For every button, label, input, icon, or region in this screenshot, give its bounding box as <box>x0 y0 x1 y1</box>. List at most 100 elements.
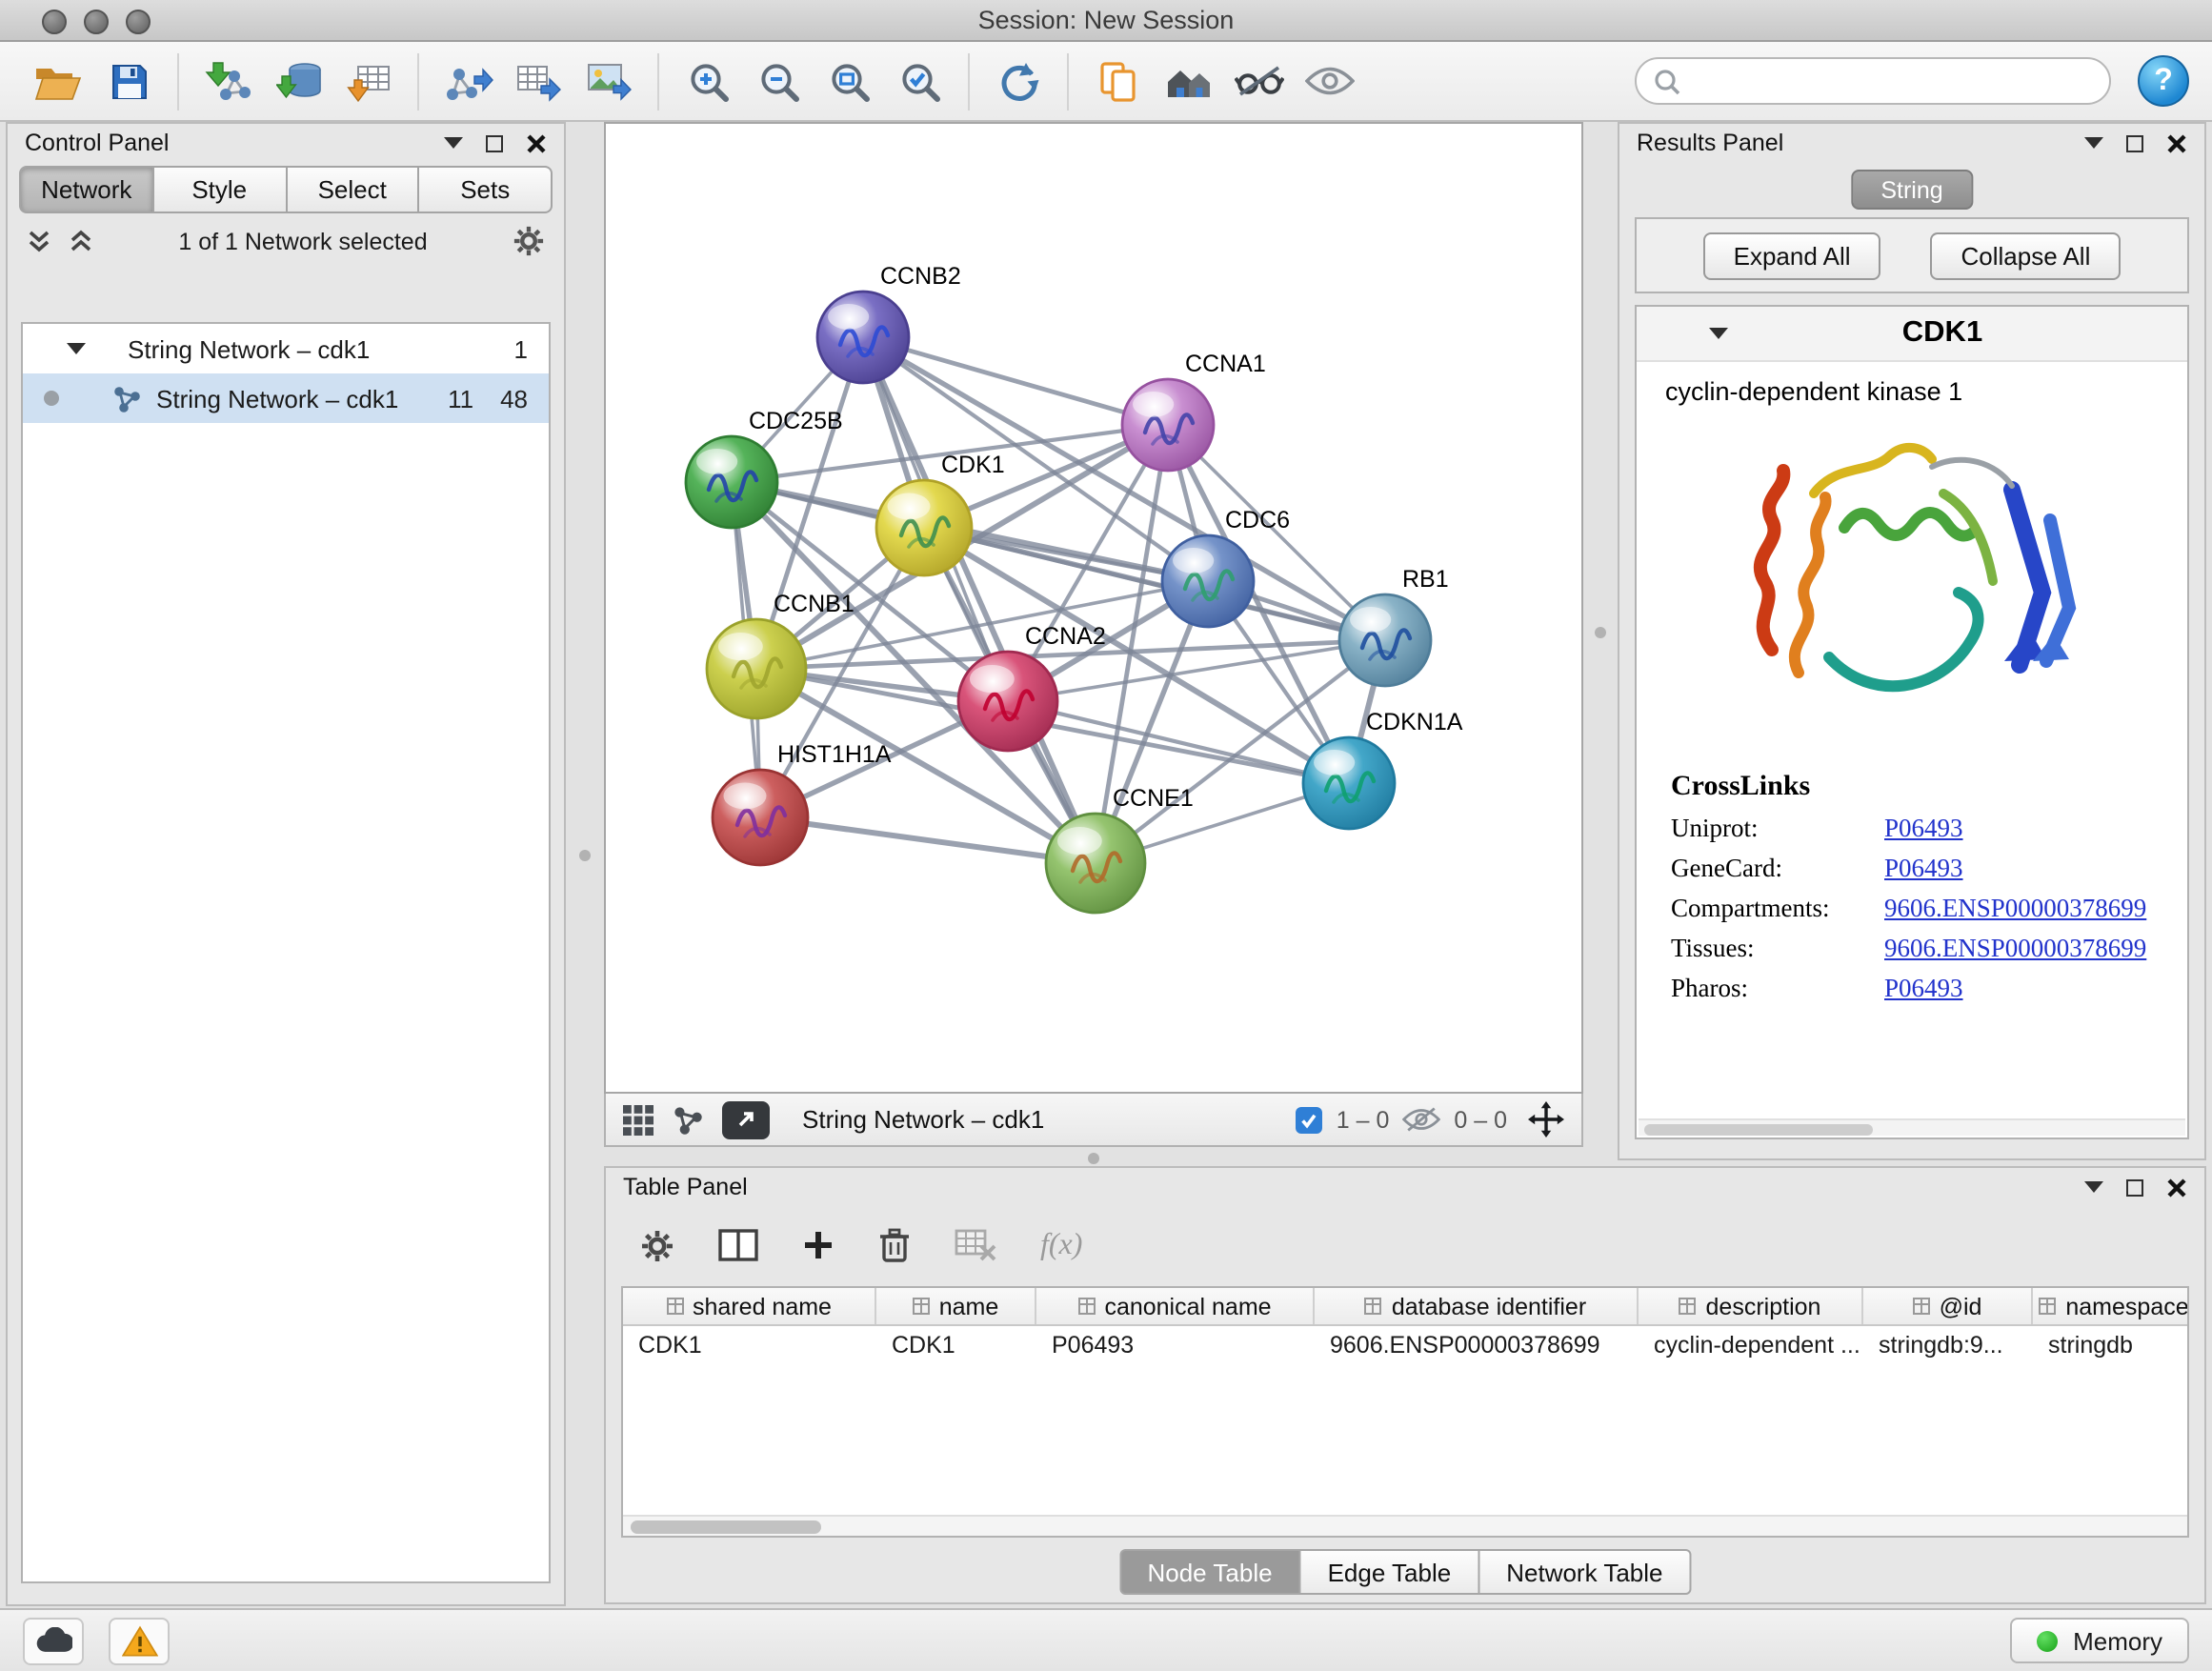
collection-expand-icon[interactable] <box>67 343 86 354</box>
selected-checkbox-icon[interactable] <box>1297 1106 1323 1133</box>
gene-collapse-icon[interactable] <box>1709 328 1728 339</box>
external-link-icon <box>734 1107 758 1132</box>
tab-network-table[interactable]: Network Table <box>1479 1549 1691 1595</box>
cell-name[interactable]: CDK1 <box>876 1326 1036 1366</box>
network-graph[interactable]: CCNB2CCNA1CDC25BCDK1CDC6RB1CCNB1CCNA2CDK… <box>606 124 1581 1092</box>
export-table-button[interactable] <box>503 49 573 113</box>
import-network-database-button[interactable] <box>263 49 333 113</box>
tab-select[interactable]: Select <box>287 166 420 213</box>
zoom-out-button[interactable] <box>743 49 814 113</box>
memory-button[interactable]: Memory <box>2010 1618 2189 1663</box>
import-table-button[interactable] <box>333 49 404 113</box>
cell-id[interactable]: stringdb:9... <box>1863 1326 2033 1366</box>
crosslink-compartments-link[interactable]: 9606.ENSP00000378699 <box>1884 893 2146 923</box>
cell-description[interactable]: cyclin-dependent ... <box>1639 1326 1863 1366</box>
horizontal-splitter-handle[interactable] <box>1088 1153 1099 1164</box>
vertical-splitter-handle[interactable] <box>579 850 591 861</box>
cell-shared-name[interactable]: CDK1 <box>623 1326 876 1366</box>
crosslink-tissues-link[interactable]: 9606.ENSP00000378699 <box>1884 933 2146 963</box>
crosslink-row: GeneCard: P06493 <box>1637 848 2187 888</box>
export-network-button[interactable] <box>432 49 503 113</box>
zoom-selected-button[interactable] <box>884 49 955 113</box>
open-session-button[interactable] <box>23 49 93 113</box>
import-network-file-button[interactable] <box>192 49 263 113</box>
close-window-button[interactable] <box>42 9 67 33</box>
crosslink-genecard-link[interactable]: P06493 <box>1884 853 1963 883</box>
tab-network[interactable]: Network <box>19 166 154 213</box>
pan-move-icon[interactable] <box>1528 1101 1564 1137</box>
zoom-in-button[interactable] <box>673 49 743 113</box>
close-panel-icon[interactable] <box>2166 132 2187 153</box>
vertical-splitter-handle[interactable] <box>1595 627 1606 638</box>
hidden-eye-icon <box>1402 1107 1440 1132</box>
show-columns-icon[interactable] <box>718 1229 758 1261</box>
close-panel-icon[interactable] <box>526 132 547 153</box>
collapse-panel-icon[interactable] <box>2084 1181 2103 1193</box>
collapse-all-button[interactable]: Collapse All <box>1931 232 2122 279</box>
duplicate-document-button[interactable] <box>1082 49 1153 113</box>
maximize-window-button[interactable] <box>126 9 151 33</box>
crosslink-uniprot-link[interactable]: P06493 <box>1884 813 1963 843</box>
table-horizontal-scrollbar[interactable] <box>623 1515 2187 1536</box>
search-input[interactable] <box>1692 68 2092 94</box>
table-row[interactable]: CDK1 CDK1 P06493 9606.ENSP00000378699 cy… <box>623 1326 2187 1366</box>
collection-row[interactable]: String Network – cdk1 1 <box>23 324 549 373</box>
add-column-icon[interactable] <box>802 1229 835 1261</box>
show-view-button[interactable] <box>1294 49 1364 113</box>
svg-text:CDK1: CDK1 <box>941 452 1005 478</box>
help-button[interactable]: ? <box>2138 55 2189 107</box>
svg-text:CCNE1: CCNE1 <box>1113 785 1194 812</box>
warnings-button[interactable] <box>109 1617 170 1664</box>
table-settings-gear-icon[interactable] <box>640 1228 674 1262</box>
hide-annotations-button[interactable] <box>1223 49 1294 113</box>
column-header[interactable]: description <box>1639 1288 1863 1324</box>
export-table-icon <box>514 60 562 102</box>
control-panel-title: Control Panel <box>25 130 170 156</box>
network-canvas[interactable]: CCNB2CCNA1CDC25BCDK1CDC6RB1CCNB1CCNA2CDK… <box>604 122 1583 1094</box>
expand-all-icon[interactable] <box>69 229 93 253</box>
cloud-button[interactable] <box>23 1617 84 1664</box>
scrollbar-thumb[interactable] <box>631 1520 821 1534</box>
float-panel-icon[interactable] <box>2126 1178 2143 1196</box>
minimize-window-button[interactable] <box>84 9 109 33</box>
delete-icon[interactable] <box>878 1227 911 1263</box>
column-header[interactable]: canonical name <box>1036 1288 1315 1324</box>
cell-namespace[interactable]: stringdb <box>2033 1326 2189 1366</box>
float-panel-icon[interactable] <box>2126 134 2143 151</box>
expand-all-button[interactable]: Expand All <box>1703 232 1881 279</box>
tab-edge-table[interactable]: Edge Table <box>1301 1549 1480 1595</box>
collapse-all-icon[interactable] <box>27 229 51 253</box>
crosslink-pharos-link[interactable]: P06493 <box>1884 973 1963 1003</box>
first-neighbors-button[interactable] <box>1153 49 1223 113</box>
close-panel-icon[interactable] <box>2166 1177 2187 1198</box>
birdseye-view-icon[interactable] <box>623 1104 654 1135</box>
network-row[interactable]: String Network – cdk1 11 48 <box>23 373 549 423</box>
export-image-button[interactable] <box>573 49 644 113</box>
results-tab-string[interactable]: String <box>1850 170 1973 210</box>
float-panel-icon[interactable] <box>486 134 503 151</box>
collapse-panel-icon[interactable] <box>444 137 463 149</box>
tab-sets[interactable]: Sets <box>420 166 553 213</box>
fit-content-button[interactable] <box>814 49 884 113</box>
column-header[interactable]: name <box>876 1288 1036 1324</box>
column-header[interactable]: namespace <box>2033 1288 2189 1324</box>
results-horizontal-scrollbar[interactable] <box>1639 1118 2185 1136</box>
apply-layout-button[interactable] <box>983 49 1054 113</box>
network-share-icon[interactable] <box>673 1104 703 1135</box>
search-box[interactable] <box>1635 57 2111 105</box>
crosslink-row: Tissues: 9606.ENSP00000378699 <box>1637 928 2187 968</box>
collapse-panel-icon[interactable] <box>2084 137 2103 149</box>
cell-database-identifier[interactable]: 9606.ENSP00000378699 <box>1315 1326 1639 1366</box>
tab-style[interactable]: Style <box>154 166 288 213</box>
save-session-button[interactable] <box>93 49 164 113</box>
node-table-header: shared name name canonical name database… <box>623 1288 2187 1326</box>
tab-node-table[interactable]: Node Table <box>1118 1549 1300 1595</box>
import-network-file-icon <box>203 60 252 102</box>
gear-icon[interactable] <box>513 225 545 257</box>
column-header[interactable]: @id <box>1863 1288 2033 1324</box>
table-panel-title: Table Panel <box>623 1174 748 1200</box>
column-header[interactable]: shared name <box>623 1288 876 1324</box>
open-external-button[interactable] <box>722 1100 770 1138</box>
cell-canonical-name[interactable]: P06493 <box>1036 1326 1315 1366</box>
column-header[interactable]: database identifier <box>1315 1288 1639 1324</box>
